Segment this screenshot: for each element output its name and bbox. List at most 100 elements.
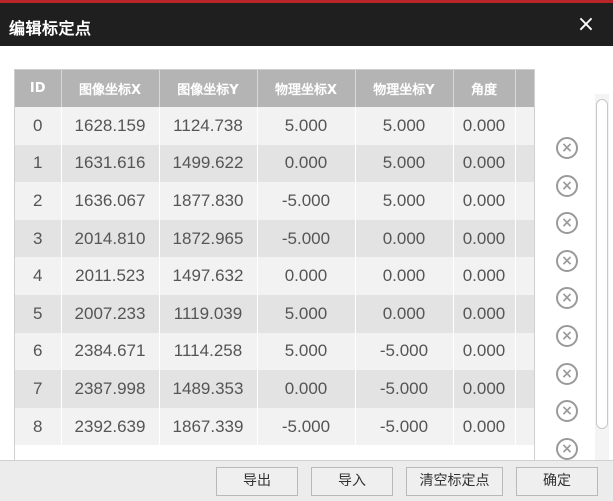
cell-physical-x[interactable]: 5.000: [257, 332, 356, 371]
cell-filler: [515, 294, 534, 333]
cell-image-y[interactable]: 1877.830: [159, 182, 258, 220]
cell-image-y[interactable]: 1124.738: [159, 107, 258, 145]
cell-image-x[interactable]: 2392.639: [61, 407, 160, 446]
cell-physical-x[interactable]: 5.000: [257, 294, 356, 333]
table-row[interactable]: 0 1628.159 1124.738 5.000 5.000 0.000: [15, 107, 534, 145]
cell-filler: [515, 407, 534, 446]
cell-id[interactable]: 5: [15, 294, 62, 333]
cell-image-x[interactable]: 2011.523: [61, 257, 160, 295]
column-header-image-y[interactable]: 图像坐标Y: [159, 70, 258, 107]
cell-physical-y[interactable]: -5.000: [355, 407, 454, 446]
cell-id[interactable]: 1: [15, 144, 62, 183]
cell-angle[interactable]: 0.000: [453, 407, 516, 446]
cell-physical-x[interactable]: 5.000: [257, 107, 356, 145]
table-row[interactable]: 7 2387.998 1489.353 0.000 -5.000 0.000: [15, 370, 534, 408]
cell-id[interactable]: 8: [15, 407, 62, 446]
cell-physical-x[interactable]: 0.000: [257, 370, 356, 408]
cell-physical-x[interactable]: -5.000: [257, 182, 356, 220]
import-button[interactable]: 导入: [311, 467, 393, 496]
cell-angle[interactable]: 0.000: [453, 332, 516, 371]
table-row[interactable]: 1 1631.616 1499.622 0.000 5.000 0.000: [15, 144, 534, 183]
cell-filler: [515, 182, 534, 220]
calibration-table: ID 图像坐标X 图像坐标Y 物理坐标X 物理坐标Y 角度 0 1628.159 1…: [14, 69, 535, 460]
delete-row-icon[interactable]: ×: [556, 325, 578, 347]
cell-image-x[interactable]: 2384.671: [61, 332, 160, 371]
cell-physical-y[interactable]: 0.000: [355, 257, 454, 295]
cell-id[interactable]: 7: [15, 370, 62, 408]
table-row[interactable]: 6 2384.671 1114.258 5.000 -5.000 0.000: [15, 332, 534, 371]
cell-angle[interactable]: 0.000: [453, 107, 516, 145]
table-header-row: ID 图像坐标X 图像坐标Y 物理坐标X 物理坐标Y 角度: [15, 70, 534, 107]
cell-image-y[interactable]: 1114.258: [159, 332, 258, 371]
delete-row-icon[interactable]: ×: [556, 437, 578, 460]
table-row[interactable]: 3 2014.810 1872.965 -5.000 0.000 0.000: [15, 219, 534, 258]
cell-image-x[interactable]: 1631.616: [61, 144, 160, 183]
table-row[interactable]: 5 2007.233 1119.039 5.000 0.000 0.000: [15, 294, 534, 333]
cell-angle[interactable]: 0.000: [453, 182, 516, 220]
cell-physical-x[interactable]: -5.000: [257, 407, 356, 446]
cell-physical-x[interactable]: 0.000: [257, 144, 356, 183]
cell-filler: [515, 257, 534, 295]
dialog-footer: 导出 导入 清空标定点 确定: [0, 460, 613, 501]
cell-id[interactable]: 0: [15, 107, 62, 145]
delete-row-icon[interactable]: ×: [556, 362, 578, 385]
cell-image-y[interactable]: 1867.339: [159, 407, 258, 446]
delete-row-icon[interactable]: ×: [556, 137, 578, 159]
cell-angle[interactable]: 0.000: [453, 219, 516, 258]
cell-image-y[interactable]: 1119.039: [159, 294, 258, 333]
cell-physical-x[interactable]: 0.000: [257, 257, 356, 295]
cell-physical-y[interactable]: 5.000: [355, 144, 454, 183]
column-header-physical-x[interactable]: 物理坐标X: [257, 70, 356, 107]
title-bar: 编辑标定点 ×: [0, 0, 613, 46]
cell-angle[interactable]: 0.000: [453, 144, 516, 183]
cell-filler: [515, 107, 534, 145]
cell-image-y[interactable]: 1872.965: [159, 219, 258, 258]
cell-image-y[interactable]: 1489.353: [159, 370, 258, 408]
export-button[interactable]: 导出: [216, 467, 298, 496]
column-header-image-x[interactable]: 图像坐标X: [61, 70, 160, 107]
cell-id[interactable]: 4: [15, 257, 62, 295]
cell-angle[interactable]: 0.000: [453, 257, 516, 295]
delete-row-icon[interactable]: ×: [556, 287, 578, 310]
cell-image-x[interactable]: 2387.998: [61, 370, 160, 408]
delete-row-icon[interactable]: ×: [556, 212, 578, 235]
cell-filler: [515, 144, 534, 183]
cell-angle[interactable]: 0.000: [453, 370, 516, 408]
cell-image-x[interactable]: 1628.159: [61, 107, 160, 145]
column-header-angle[interactable]: 角度: [453, 70, 516, 107]
delete-row-icon[interactable]: ×: [556, 249, 578, 272]
cell-image-y[interactable]: 1497.632: [159, 257, 258, 295]
cell-image-x[interactable]: 2007.233: [61, 294, 160, 333]
table-row[interactable]: 8 2392.639 1867.339 -5.000 -5.000 0.000: [15, 407, 534, 446]
dialog-title: 编辑标定点: [9, 19, 92, 38]
cell-image-y[interactable]: 1499.622: [159, 144, 258, 183]
cell-image-x[interactable]: 2014.810: [61, 219, 160, 258]
cell-image-x[interactable]: 1636.067: [61, 182, 160, 220]
column-header-filler: [515, 70, 534, 107]
delete-row-icon[interactable]: ×: [556, 400, 578, 423]
cell-filler: [515, 219, 534, 258]
table-row[interactable]: 2 1636.067 1877.830 -5.000 5.000 0.000: [15, 182, 534, 220]
vertical-scrollbar[interactable]: [595, 94, 609, 460]
column-header-id[interactable]: ID: [15, 70, 62, 107]
cell-physical-x[interactable]: -5.000: [257, 219, 356, 258]
cell-id[interactable]: 2: [15, 182, 62, 220]
cell-physical-y[interactable]: 5.000: [355, 107, 454, 145]
delete-row-icon[interactable]: ×: [556, 174, 578, 197]
cell-physical-y[interactable]: 0.000: [355, 219, 454, 258]
cell-physical-y[interactable]: -5.000: [355, 370, 454, 408]
cell-angle[interactable]: 0.000: [453, 294, 516, 333]
table-row[interactable]: 4 2011.523 1497.632 0.000 0.000 0.000: [15, 257, 534, 295]
confirm-button[interactable]: 确定: [516, 467, 598, 496]
clear-points-button[interactable]: 清空标定点: [406, 467, 503, 496]
column-header-physical-y[interactable]: 物理坐标Y: [355, 70, 454, 107]
close-icon[interactable]: ×: [573, 12, 599, 38]
cell-filler: [515, 370, 534, 408]
cell-id[interactable]: 3: [15, 219, 62, 258]
cell-physical-y[interactable]: -5.000: [355, 332, 454, 371]
cell-filler: [515, 332, 534, 371]
cell-id[interactable]: 6: [15, 332, 62, 371]
scrollbar-thumb[interactable]: [596, 99, 608, 429]
cell-physical-y[interactable]: 5.000: [355, 182, 454, 220]
cell-physical-y[interactable]: 0.000: [355, 294, 454, 333]
